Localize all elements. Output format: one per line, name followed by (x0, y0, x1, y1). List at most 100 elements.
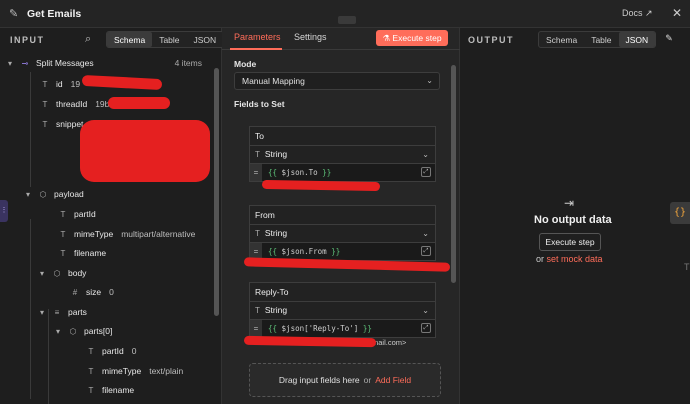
input-tab-schema[interactable]: Schema (107, 32, 153, 47)
input-tab-json[interactable]: JSON (187, 32, 224, 47)
array-type-icon: ≡ (54, 307, 60, 317)
string-type-icon: T (42, 99, 48, 109)
string-type-icon: T (255, 150, 260, 159)
mode-select[interactable]: Manual Mapping ⌄ (234, 72, 440, 90)
field-value-expression[interactable]: = {{ $json['Reply-To'] }} ⤢ (249, 319, 436, 338)
drag-input-fields-dropzone[interactable]: Drag input fields here or Add Field (249, 363, 441, 397)
tree-row[interactable]: T partId (56, 205, 96, 223)
tree-row[interactable]: T partId 0 (84, 342, 137, 360)
equals-icon: = (250, 320, 262, 337)
arrow-to-bar-icon: ⇥ (564, 196, 575, 210)
window-titlebar: ✎ Get Emails Docs ↗ ✕ (0, 0, 690, 28)
chevron-down-icon: ⌄ (422, 150, 429, 159)
output-tab-table[interactable]: Table (584, 32, 618, 47)
chevron-down-icon: ⌄ (422, 306, 429, 315)
tree-root-split-messages[interactable]: ▾ ⊸ Split Messages 4 items (8, 54, 212, 72)
tree-row[interactable]: # size 0 (68, 283, 114, 301)
expand-icon[interactable]: ▾ (26, 190, 36, 199)
redaction-mark (80, 120, 210, 182)
active-tab-indicator (230, 48, 282, 50)
string-type-icon: T (88, 346, 94, 356)
field-value-expression[interactable]: = {{ $json.To }} ⤢ (249, 163, 436, 182)
set-mock-data-link[interactable]: set mock data (547, 254, 603, 264)
left-edge-tab-icon[interactable]: ⋮ (0, 200, 8, 222)
string-type-icon: T (60, 209, 66, 219)
redaction-mark (81, 74, 163, 91)
field-name-input[interactable]: From (249, 205, 436, 225)
input-scrollbar[interactable] (214, 68, 219, 316)
string-type-icon: T (88, 366, 94, 376)
expand-icon[interactable]: ▾ (56, 327, 66, 336)
tree-row[interactable]: T filename (84, 381, 135, 399)
edit-output-icon[interactable]: ✎ (662, 33, 676, 48)
tree-row[interactable]: T threadId 19bf3 (38, 95, 117, 113)
object-type-icon: ⬡ (69, 326, 77, 336)
chevron-down-icon: ⌄ (422, 229, 429, 238)
input-panel: INPUT ⌕ Schema Table JSON ▾ ⊸ Split Mess… (0, 28, 225, 404)
string-type-icon: T (42, 119, 48, 129)
tree-row[interactable]: ▾ ⬡ parts[0] (56, 322, 112, 340)
open-editor-icon[interactable]: ⤢ (421, 167, 431, 177)
redaction-mark (108, 97, 170, 109)
node-icon: ⊸ (21, 58, 29, 68)
fields-to-set-label: Fields to Set (234, 99, 285, 109)
tree-row[interactable]: ▾ ⬡ body (40, 264, 86, 282)
output-execute-step-button[interactable]: Execute step (539, 233, 601, 251)
tree-row[interactable]: ▾ ≡ parts (40, 303, 87, 321)
output-tab-schema[interactable]: Schema (539, 32, 584, 47)
string-type-icon: T (60, 229, 66, 239)
input-tab-table[interactable]: Table (152, 32, 186, 47)
item-count: 4 items (174, 58, 202, 68)
mode-label: Mode (234, 59, 257, 69)
tab-settings[interactable]: Settings (294, 32, 327, 42)
output-panel-label: OUTPUT (468, 35, 514, 45)
docs-link[interactable]: Docs ↗ (622, 8, 653, 19)
open-editor-icon[interactable]: ⤢ (421, 323, 431, 333)
parameters-panel: Parameters Settings ⚗ Execute step Mode … (222, 28, 460, 404)
tree-row[interactable]: T snippet (38, 115, 84, 133)
open-editor-icon[interactable]: ⤢ (421, 246, 431, 256)
object-type-icon: ⬡ (39, 189, 47, 199)
field-type-select[interactable]: T String ⌄ (249, 145, 436, 164)
string-type-icon: T (88, 385, 94, 395)
number-type-icon: # (72, 287, 78, 297)
search-icon[interactable]: ⌕ (85, 33, 91, 46)
code-braces-icon[interactable]: {} (670, 202, 690, 224)
close-icon[interactable]: ✕ (672, 6, 682, 20)
no-output-title: No output data (534, 214, 612, 226)
mock-data-line: or set mock data (536, 254, 603, 264)
pencil-edit-icon[interactable]: ✎ (9, 8, 21, 20)
tree-row[interactable]: T id 19 (38, 75, 81, 93)
output-view-switcher: Schema Table JSON (538, 31, 657, 48)
parameters-tabs: Parameters Settings ⚗ Execute step (222, 28, 460, 50)
expression-preview-text: mail.com> (372, 338, 407, 347)
drag-handle[interactable] (338, 16, 356, 24)
input-view-switcher: Schema Table JSON (106, 31, 225, 48)
redaction-mark (261, 179, 381, 192)
tree-row[interactable]: T filename (56, 244, 107, 262)
expand-icon[interactable]: ▾ (40, 269, 50, 278)
expand-icon[interactable]: ▾ (8, 59, 18, 68)
tree-row[interactable]: T mimeType multipart/alternative (56, 225, 196, 243)
window-title: Get Emails (27, 8, 82, 20)
output-tab-json[interactable]: JSON (618, 32, 656, 47)
edge-glyph: T (684, 262, 690, 272)
object-type-icon: ⬡ (53, 268, 61, 278)
string-type-icon: T (60, 248, 66, 258)
tree-row[interactable]: ▾ ⬡ payload (26, 185, 84, 203)
input-panel-label: INPUT (10, 35, 45, 45)
expand-icon[interactable]: ▾ (40, 308, 50, 317)
add-field-button[interactable]: Add Field (375, 375, 411, 385)
execute-step-button[interactable]: ⚗ Execute step (376, 30, 448, 46)
field-name-input[interactable]: To (249, 126, 436, 146)
tab-parameters[interactable]: Parameters (234, 32, 281, 42)
field-type-select[interactable]: T String ⌄ (249, 224, 436, 243)
string-type-icon: T (255, 306, 260, 315)
redaction-mark (243, 335, 377, 348)
tree-row[interactable]: T mimeType text/plain (84, 362, 184, 380)
equals-icon: = (250, 164, 262, 181)
string-type-icon: T (42, 79, 48, 89)
parameters-scrollbar[interactable] (451, 65, 456, 283)
field-type-select[interactable]: T String ⌄ (249, 301, 436, 320)
field-name-input[interactable]: Reply-To (249, 282, 436, 302)
